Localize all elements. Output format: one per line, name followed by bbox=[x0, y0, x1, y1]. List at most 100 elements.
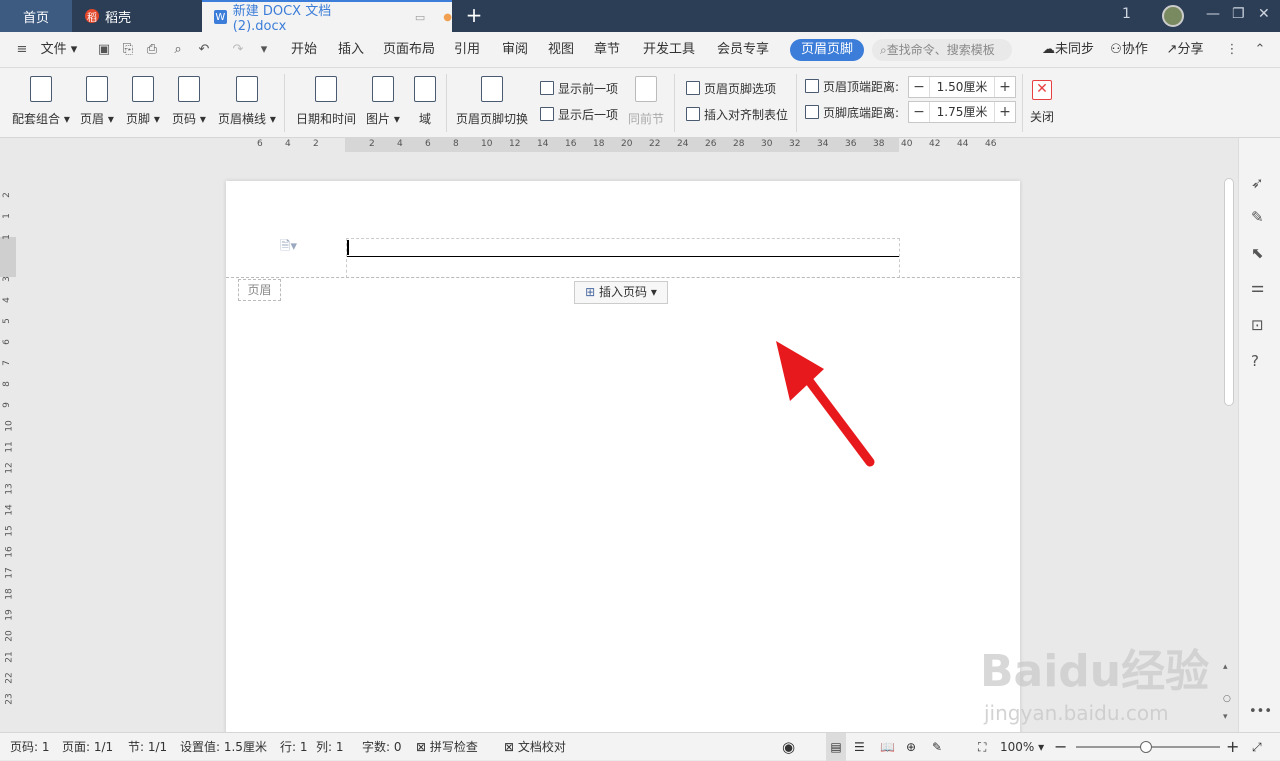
outline-view-icon[interactable]: ☰ bbox=[854, 733, 865, 761]
spell-check-button[interactable]: ⊠ 拼写检查 bbox=[416, 733, 478, 761]
picture-button[interactable]: 图片 ▾ bbox=[366, 76, 400, 127]
header-button[interactable]: 页眉 ▾ bbox=[80, 76, 114, 127]
menu-file[interactable]: 文件 ▾ bbox=[34, 32, 84, 68]
more-icon[interactable]: ⋮ bbox=[1224, 42, 1240, 58]
backup-icon[interactable]: ⊡ bbox=[1251, 316, 1264, 334]
header-line-icon bbox=[235, 76, 258, 102]
document-page[interactable]: 🗎▾ 页眉 ⊞ 插入页码 ▾ bbox=[226, 181, 1020, 736]
close-header-button[interactable]: ✕ 关闭 bbox=[1030, 76, 1054, 125]
page-view-icon[interactable]: ▤ bbox=[826, 733, 846, 761]
zoom-dropdown[interactable]: 100% ▾ bbox=[1000, 733, 1044, 761]
eye-icon[interactable]: ◉ bbox=[782, 733, 795, 761]
ruler-tick-label: 18 bbox=[593, 139, 605, 149]
minus-icon[interactable]: − bbox=[909, 79, 929, 95]
top-dist-stepper[interactable]: −1.50厘米 + bbox=[908, 76, 1016, 98]
header-line-button[interactable]: 页眉横线 ▾ bbox=[218, 76, 276, 127]
window-count-icon[interactable]: 1 bbox=[1122, 6, 1131, 22]
menu-section[interactable]: 章节 bbox=[588, 32, 626, 68]
datetime-button[interactable]: 日期和时间 bbox=[296, 76, 356, 127]
insert-page-num-label: 插入页码 bbox=[599, 285, 648, 299]
proofread-button[interactable]: ⊠ 文档校对 bbox=[504, 733, 566, 761]
rocket-icon[interactable]: ➶ bbox=[1251, 174, 1264, 192]
menu-page-layout[interactable]: 页面布局 bbox=[380, 32, 438, 68]
minimize-icon[interactable]: — bbox=[1206, 6, 1220, 22]
same-prev-button[interactable]: 同前节 bbox=[628, 76, 664, 127]
field-button[interactable]: 域 bbox=[414, 76, 436, 127]
save-icon[interactable]: ▣ bbox=[96, 42, 112, 58]
zoom-out-icon[interactable]: − bbox=[1054, 733, 1067, 761]
bottom-dist-value[interactable]: 1.75厘米 bbox=[929, 102, 995, 122]
fit-page-icon[interactable]: ⛶ bbox=[978, 733, 986, 761]
tab-document[interactable]: W 新建 DOCX 文档 (2).docx ▭ ● bbox=[202, 0, 452, 34]
ruler-tick-label: 28 bbox=[733, 139, 745, 149]
menu-references[interactable]: 引用 bbox=[448, 32, 486, 68]
ribbon-divider bbox=[796, 74, 797, 132]
menu-start[interactable]: 开始 bbox=[285, 32, 323, 68]
header-doc-icon[interactable]: 🗎▾ bbox=[280, 237, 297, 259]
more-dots-icon[interactable]: ••• bbox=[1249, 704, 1272, 719]
status-section[interactable]: 节: 1/1 bbox=[128, 733, 167, 761]
zoom-value: 100% bbox=[1000, 740, 1035, 754]
plus-icon[interactable]: + bbox=[995, 79, 1015, 95]
show-prev-button[interactable]: 显示前一项 bbox=[540, 78, 618, 98]
menu-insert[interactable]: 插入 bbox=[332, 32, 370, 68]
collab-button[interactable]: ⚇协作 bbox=[1104, 32, 1154, 68]
menu-member[interactable]: 会员专享 bbox=[712, 32, 774, 68]
web-view-icon[interactable]: ⊕ bbox=[906, 733, 916, 761]
scroll-thumb[interactable] bbox=[1224, 178, 1234, 406]
sync-button[interactable]: ☁未同步 bbox=[1036, 32, 1100, 68]
ruler-tick-label: 38 bbox=[873, 139, 885, 149]
plus-icon[interactable]: + bbox=[995, 104, 1015, 120]
ruler-tick-label: 46 bbox=[985, 139, 997, 149]
write-view-icon[interactable]: ✎ bbox=[932, 733, 942, 761]
share-button[interactable]: ↗分享 bbox=[1160, 32, 1210, 68]
print-preview-icon[interactable]: ⌕ bbox=[170, 42, 186, 58]
help-icon[interactable]: ? bbox=[1251, 352, 1259, 370]
monitor-icon[interactable]: ▭ bbox=[415, 11, 425, 24]
combo-button[interactable]: 配套组合 ▾ bbox=[12, 76, 70, 127]
close-window-icon[interactable]: ✕ bbox=[1258, 6, 1270, 22]
ruler-tick-label: 16 bbox=[4, 546, 15, 558]
options-button[interactable]: 页眉页脚选项 bbox=[686, 78, 776, 98]
show-next-button[interactable]: 显示后一项 bbox=[540, 104, 618, 124]
tab-daoke[interactable]: 稻 稻壳 bbox=[73, 0, 201, 32]
status-setting[interactable]: 设置值: 1.5厘米 bbox=[180, 733, 267, 761]
cursor-icon[interactable]: ⬉ bbox=[1251, 244, 1264, 262]
ruler-tick-label: 21 bbox=[4, 651, 15, 663]
add-tab-button[interactable]: + bbox=[462, 4, 486, 28]
footer-button[interactable]: 页脚 ▾ bbox=[126, 76, 160, 127]
zoom-slider-thumb[interactable] bbox=[1140, 741, 1152, 753]
hamburger-icon[interactable]: ≡ bbox=[14, 42, 30, 58]
status-pages[interactable]: 页面: 1/1 bbox=[62, 733, 113, 761]
pen-icon[interactable]: ✎ bbox=[1251, 208, 1264, 226]
read-view-icon[interactable]: 📖 bbox=[880, 733, 895, 761]
undo-icon[interactable]: ↶ bbox=[196, 42, 212, 58]
page-num-button[interactable]: 页码 ▾ bbox=[172, 76, 206, 127]
minus-icon[interactable]: − bbox=[909, 104, 929, 120]
customize-icon[interactable]: ▾ bbox=[256, 42, 272, 58]
status-words[interactable]: 字数: 0 bbox=[362, 733, 402, 761]
restore-icon[interactable]: ❐ bbox=[1232, 6, 1245, 22]
zoom-in-icon[interactable]: + bbox=[1226, 733, 1239, 761]
search-input[interactable]: ⌕查找命令、搜索模板 bbox=[872, 39, 1012, 61]
menu-header-footer[interactable]: 页眉页脚 bbox=[790, 39, 864, 61]
ruler-tick-label: 26 bbox=[705, 139, 717, 149]
sliders-icon[interactable]: ⚌ bbox=[1251, 278, 1264, 296]
print-icon[interactable]: ⎙ bbox=[144, 42, 160, 58]
menu-view[interactable]: 视图 bbox=[542, 32, 580, 68]
insert-align-button[interactable]: 插入对齐制表位 bbox=[686, 104, 788, 124]
collapse-ribbon-icon[interactable]: ⌃ bbox=[1252, 42, 1268, 58]
fullscreen-icon[interactable]: ⤢ bbox=[1252, 733, 1262, 761]
menu-developer[interactable]: 开发工具 bbox=[638, 32, 700, 68]
top-dist-value[interactable]: 1.50厘米 bbox=[929, 77, 995, 97]
menu-review[interactable]: 审阅 bbox=[496, 32, 534, 68]
redo-icon[interactable]: ↷ bbox=[230, 42, 246, 58]
status-page[interactable]: 页码: 1 bbox=[10, 733, 50, 761]
header-edit-area[interactable] bbox=[346, 238, 900, 278]
tab-home[interactable]: 首页 bbox=[0, 0, 72, 32]
switch-button[interactable]: 页眉页脚切换 bbox=[456, 76, 528, 127]
avatar[interactable] bbox=[1162, 5, 1184, 27]
export-icon[interactable]: ⎘ bbox=[120, 42, 136, 58]
bottom-dist-stepper[interactable]: −1.75厘米 + bbox=[908, 101, 1016, 123]
insert-page-num-button[interactable]: ⊞ 插入页码 ▾ bbox=[574, 281, 668, 304]
